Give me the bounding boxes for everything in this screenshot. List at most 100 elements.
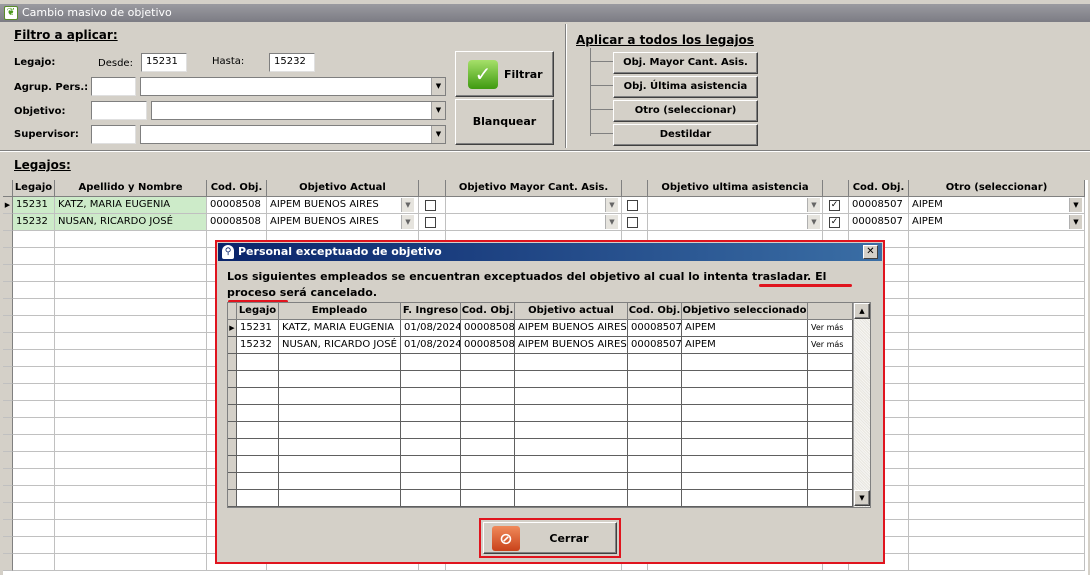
checkbox-otro[interactable]: ✓ — [829, 200, 840, 211]
obj-mayor-button[interactable]: Obj. Mayor Cant. Asis. — [613, 52, 758, 74]
scroll-up-icon[interactable]: ▲ — [854, 303, 870, 319]
col-objetivo-ultima[interactable]: Objetivo ultima asistencia — [648, 180, 823, 197]
row-indicator — [3, 214, 13, 231]
agrup-label: Agrup. Pers.: — [14, 82, 89, 93]
chevron-down-icon[interactable]: ▼ — [431, 78, 445, 95]
chevron-down-icon[interactable]: ▼ — [605, 215, 618, 229]
table-cell[interactable]: 15231 — [237, 320, 279, 337]
col-cod-obj-2[interactable]: Cod. Obj. — [628, 303, 682, 320]
col-empleado[interactable]: Empleado — [279, 303, 401, 320]
supervisor-select[interactable]: ▼ — [140, 125, 446, 144]
agrup-select[interactable]: ▼ — [140, 77, 446, 96]
empty-cell — [909, 554, 1085, 571]
blanquear-button[interactable]: Blanquear — [455, 99, 554, 145]
table-cell[interactable]: 15232 — [237, 337, 279, 354]
checkbox-otro[interactable]: ✓ — [829, 217, 840, 228]
chevron-down-icon[interactable]: ▼ — [431, 102, 445, 119]
table-cell[interactable]: KATZ, MARIA EUGENIA — [279, 320, 401, 337]
table-cell[interactable]: AIPEM — [909, 214, 1085, 231]
vertical-scrollbar[interactable]: ▲ ▼ — [853, 303, 870, 507]
table-cell[interactable] — [446, 197, 622, 214]
col-objetivo-actual[interactable]: Objetivo actual — [515, 303, 628, 320]
table-cell[interactable]: NUSAN, RICARDO JOSÉ — [279, 337, 401, 354]
table-cell[interactable]: AIPEM — [682, 337, 808, 354]
col-nombre[interactable]: Apellido y Nombre — [55, 180, 207, 197]
table-cell[interactable]: AIPEM BUENOS AIRES — [267, 197, 419, 214]
destildar-button[interactable]: Destildar — [613, 124, 758, 146]
ver-mas-link[interactable]: Ver más — [808, 320, 853, 337]
checkbox-mayor[interactable] — [425, 217, 436, 228]
table-cell[interactable]: 15232 — [13, 214, 55, 231]
chevron-down-icon[interactable]: ▼ — [431, 126, 445, 143]
table-cell[interactable]: 00008507 — [628, 337, 682, 354]
empty-cell — [3, 231, 13, 248]
obj-ultima-button[interactable]: Obj. Última asistencia — [613, 76, 758, 98]
empty-cell — [279, 354, 401, 371]
table-cell[interactable]: 00008508 — [461, 337, 515, 354]
empty-cell — [909, 333, 1085, 350]
empty-cell — [628, 422, 682, 439]
col-otro[interactable]: Otro (seleccionar) — [909, 180, 1085, 197]
chevron-down-icon[interactable]: ▼ — [807, 198, 820, 212]
ver-mas-link[interactable]: Ver más — [808, 337, 853, 354]
col-check-3[interactable] — [823, 180, 849, 197]
table-cell[interactable]: 00008507 — [628, 320, 682, 337]
table-cell[interactable]: NUSAN, RICARDO JOSÉ — [55, 214, 207, 231]
col-legajo[interactable]: Legajo — [237, 303, 279, 320]
col-check-2[interactable] — [622, 180, 648, 197]
table-cell[interactable]: 00008507 — [849, 214, 909, 231]
table-cell[interactable]: 00008507 — [849, 197, 909, 214]
col-cod-obj-2[interactable]: Cod. Obj. — [849, 180, 909, 197]
table-cell[interactable]: AIPEM BUENOS AIRES — [515, 337, 628, 354]
col-check-1[interactable] — [419, 180, 446, 197]
close-icon[interactable]: ✕ — [863, 245, 878, 259]
desde-input[interactable]: 15231 — [141, 53, 187, 72]
empty-cell — [808, 388, 853, 405]
table-cell[interactable]: AIPEM BUENOS AIRES — [515, 320, 628, 337]
objetivo-select[interactable]: ▼ — [151, 101, 446, 120]
empty-cell — [13, 248, 55, 265]
table-cell[interactable]: 15231 — [13, 197, 55, 214]
empty-cell — [461, 490, 515, 507]
col-cod-obj[interactable]: Cod. Obj. — [207, 180, 267, 197]
chevron-down-icon[interactable]: ▼ — [401, 215, 414, 229]
filtrar-button[interactable]: ✓ Filtrar — [455, 51, 554, 97]
table-cell[interactable] — [648, 197, 823, 214]
exception-grid[interactable]: Legajo Empleado F. Ingreso Cod. Obj. Obj… — [227, 302, 871, 508]
table-cell[interactable] — [648, 214, 823, 231]
col-objetivo-seleccionado[interactable]: Objetivo seleccionado — [682, 303, 808, 320]
col-objetivo-actual[interactable]: Objetivo Actual — [267, 180, 419, 197]
empty-cell — [628, 371, 682, 388]
chevron-down-icon[interactable]: ▼ — [807, 215, 820, 229]
table-cell[interactable]: 00008508 — [207, 214, 267, 231]
table-cell[interactable]: 00008508 — [207, 197, 267, 214]
table-cell[interactable]: AIPEM BUENOS AIRES — [267, 214, 419, 231]
table-cell[interactable]: 01/08/2024 — [401, 337, 461, 354]
col-legajo[interactable]: Legajo — [13, 180, 55, 197]
table-cell[interactable]: 00008508 — [461, 320, 515, 337]
chevron-down-icon[interactable]: ▼ — [1069, 198, 1082, 212]
empty-cell — [808, 456, 853, 473]
otro-seleccionar-button[interactable]: Otro (seleccionar) — [613, 100, 758, 122]
agrup-code-input[interactable] — [91, 77, 136, 96]
table-cell[interactable]: KATZ, MARIA EUGENIA — [55, 197, 207, 214]
supervisor-code-input[interactable] — [91, 125, 136, 144]
objetivo-code-input[interactable] — [91, 101, 147, 120]
scroll-down-icon[interactable]: ▼ — [854, 490, 870, 506]
table-cell[interactable] — [446, 214, 622, 231]
hasta-input[interactable]: 15232 — [269, 53, 315, 72]
chevron-down-icon[interactable]: ▼ — [401, 198, 414, 212]
col-ingreso[interactable]: F. Ingreso — [401, 303, 461, 320]
col-cod-obj[interactable]: Cod. Obj. — [461, 303, 515, 320]
checkbox-mayor[interactable] — [425, 200, 436, 211]
chevron-down-icon[interactable]: ▼ — [605, 198, 618, 212]
checkbox-ultima[interactable] — [627, 217, 638, 228]
checkbox-ultima[interactable] — [627, 200, 638, 211]
table-cell[interactable]: AIPEM — [909, 197, 1085, 214]
chevron-down-icon[interactable]: ▼ — [1069, 215, 1082, 229]
empty-cell — [909, 299, 1085, 316]
table-cell[interactable]: AIPEM — [682, 320, 808, 337]
cerrar-button[interactable]: ⊘ Cerrar — [483, 522, 617, 554]
col-objetivo-mayor[interactable]: Objetivo Mayor Cant. Asis. — [446, 180, 622, 197]
table-cell[interactable]: 01/08/2024 — [401, 320, 461, 337]
